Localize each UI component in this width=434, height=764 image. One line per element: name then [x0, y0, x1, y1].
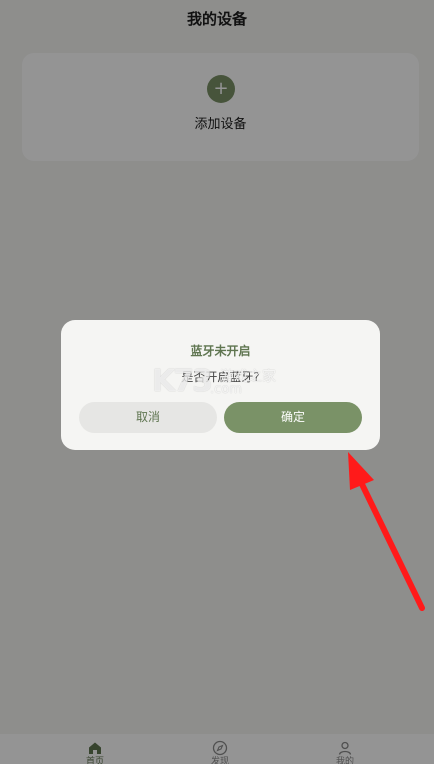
- cancel-button[interactable]: 取消: [79, 402, 217, 433]
- confirm-button[interactable]: 确定: [224, 402, 362, 433]
- dialog-title: 蓝牙未开启: [190, 344, 251, 358]
- annotation-arrow-icon: [348, 452, 425, 611]
- bluetooth-dialog: 蓝牙未开启 是否开启蓝牙? 取消 确定: [61, 320, 380, 450]
- app-screen: 我的设备 + 添加设备 首页 发现 我的 蓝牙未开启 是否开启蓝牙? 取消 确定…: [0, 0, 434, 764]
- dialog-message: 是否开启蓝牙?: [181, 370, 260, 384]
